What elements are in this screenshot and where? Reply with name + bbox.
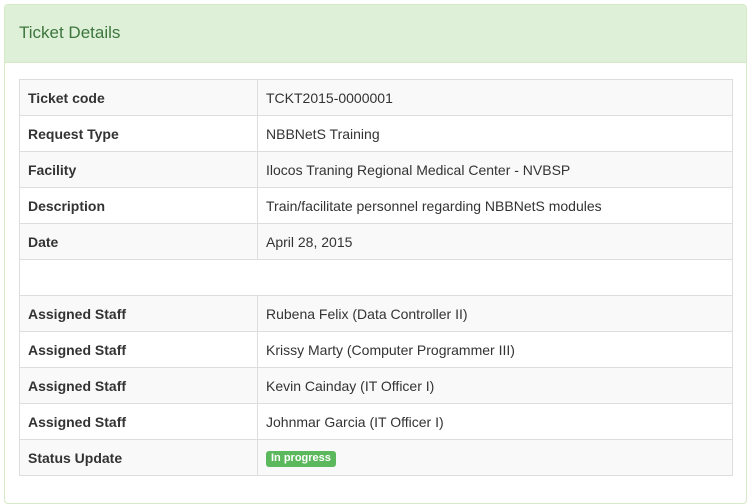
panel-body: Ticket code TCKT2015-0000001 Request Typ… — [5, 63, 746, 476]
row-label: Description — [19, 187, 258, 224]
row-label: Date — [19, 223, 258, 260]
table-row-description: Description Train/facilitate personnel r… — [19, 187, 733, 224]
row-label: Assigned Staff — [19, 331, 258, 368]
table-row-request-type: Request Type NBBNetS Training — [19, 115, 733, 152]
ticket-details-panel: Ticket Details Ticket code TCKT2015-0000… — [4, 4, 747, 504]
panel-heading: Ticket Details — [5, 5, 746, 63]
table-row-status-update: Status Update In progress — [19, 439, 733, 476]
row-value: NBBNetS Training — [257, 115, 733, 152]
row-value: Johnmar Garcia (IT Officer I) — [257, 403, 733, 440]
row-label: Ticket code — [19, 79, 258, 116]
table-row-spacer — [19, 259, 733, 296]
row-label: Request Type — [19, 115, 258, 152]
row-value: TCKT2015-0000001 — [257, 79, 733, 116]
table-row-facility: Facility Ilocos Traning Regional Medical… — [19, 151, 733, 188]
row-value: Kevin Cainday (IT Officer I) — [257, 367, 733, 404]
row-label: Assigned Staff — [19, 295, 258, 332]
row-value: Rubena Felix (Data Controller II) — [257, 295, 733, 332]
status-badge: In progress — [266, 451, 336, 467]
row-value: In progress — [257, 439, 733, 476]
table-row-assigned-staff: Assigned Staff Kevin Cainday (IT Officer… — [19, 367, 733, 404]
table-row-assigned-staff: Assigned Staff Krissy Marty (Computer Pr… — [19, 331, 733, 368]
ticket-details-table: Ticket code TCKT2015-0000001 Request Typ… — [19, 79, 733, 476]
spacer-cell — [19, 259, 733, 296]
row-value: Train/facilitate personnel regarding NBB… — [257, 187, 733, 224]
row-value: Krissy Marty (Computer Programmer III) — [257, 331, 733, 368]
row-label: Status Update — [19, 439, 258, 476]
table-row-assigned-staff: Assigned Staff Rubena Felix (Data Contro… — [19, 295, 733, 332]
table-row-assigned-staff: Assigned Staff Johnmar Garcia (IT Office… — [19, 403, 733, 440]
table-row-ticket-code: Ticket code TCKT2015-0000001 — [19, 79, 733, 116]
row-label: Assigned Staff — [19, 367, 258, 404]
row-value: April 28, 2015 — [257, 223, 733, 260]
row-label: Assigned Staff — [19, 403, 258, 440]
panel-title: Ticket Details — [19, 22, 121, 42]
row-label: Facility — [19, 151, 258, 188]
row-value: Ilocos Traning Regional Medical Center -… — [257, 151, 733, 188]
table-row-date: Date April 28, 2015 — [19, 223, 733, 260]
